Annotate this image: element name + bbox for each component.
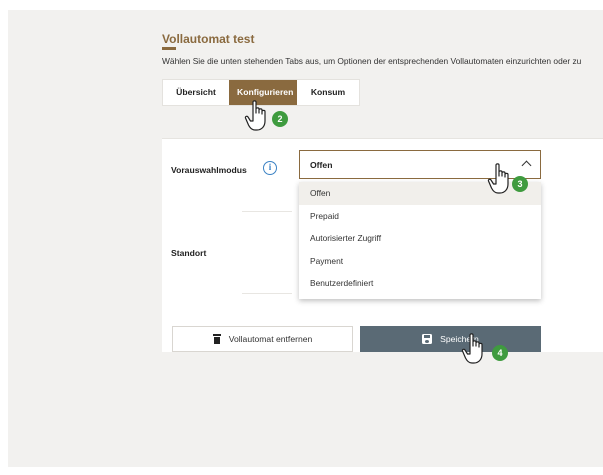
row-divider [242,211,292,212]
option-autorisierter-zugriff[interactable]: Autorisierter Zugriff [299,227,541,250]
row-divider [242,293,292,294]
select-value: Offen [310,160,333,170]
page-background: Vollautomat test Wählen Sie die unten st… [8,10,603,467]
remove-vollautomat-button[interactable]: Vollautomat entfernen [172,326,353,352]
info-icon[interactable]: i [263,161,277,175]
option-prepaid[interactable]: Prepaid [299,205,541,228]
step-badge-4: 4 [492,345,508,361]
title-underline [162,47,176,50]
trash-icon [212,334,221,344]
page-title: Vollautomat test [162,32,255,46]
step-badge-3: 3 [512,176,528,192]
vorauswahlmodus-label: Vorauswahlmodus [171,165,247,175]
option-benutzerdefiniert[interactable]: Benutzerdefiniert [299,272,541,295]
chevron-up-icon [521,160,532,171]
remove-button-label: Vollautomat entfernen [228,334,313,344]
save-button[interactable]: Speichern [360,326,541,352]
config-card: Vorauswahlmodus i Standort Offen Offen P… [162,138,603,352]
vorauswahlmodus-dropdown: Offen Prepaid Autorisierter Zugriff Paym… [299,182,541,299]
step-badge-2: 2 [272,111,288,127]
tab-uebersicht[interactable]: Übersicht [163,80,229,105]
standort-label: Standort [171,248,207,258]
floppy-disk-icon [422,334,433,344]
option-payment[interactable]: Payment [299,250,541,273]
page-subtitle: Wählen Sie die unten stehenden Tabs aus,… [162,56,582,66]
tab-konsum[interactable]: Konsum [297,80,359,105]
